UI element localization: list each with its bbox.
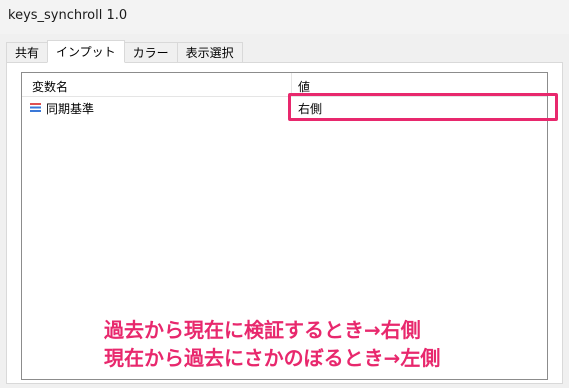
parameter-name: 同期基準 [46, 102, 95, 116]
tab-shared[interactable]: 共有 [6, 42, 49, 62]
annotation-line-2: 現在から過去にさかのぼるとき→左側 [104, 346, 441, 370]
value-highlight-box [288, 93, 558, 121]
annotation-caption: 過去から現在に検証するとき→右側 現在から過去にさかのぼるとき→左側 [104, 316, 440, 372]
tab-colors[interactable]: カラー [123, 42, 178, 62]
tab-bar: 共有 インプット カラー 表示選択 [6, 40, 243, 63]
window-title: keys_synchroll 1.0 [8, 8, 128, 23]
title-bar: keys_synchroll 1.0 [0, 0, 569, 34]
annotation-line-1: 過去から現在に検証するとき→右側 [104, 318, 421, 342]
tab-visualization[interactable]: 表示選択 [176, 42, 243, 62]
parameter-icon [30, 102, 41, 113]
column-header-variable: 変数名 [32, 80, 69, 94]
tab-inputs[interactable]: インプット [47, 40, 125, 63]
